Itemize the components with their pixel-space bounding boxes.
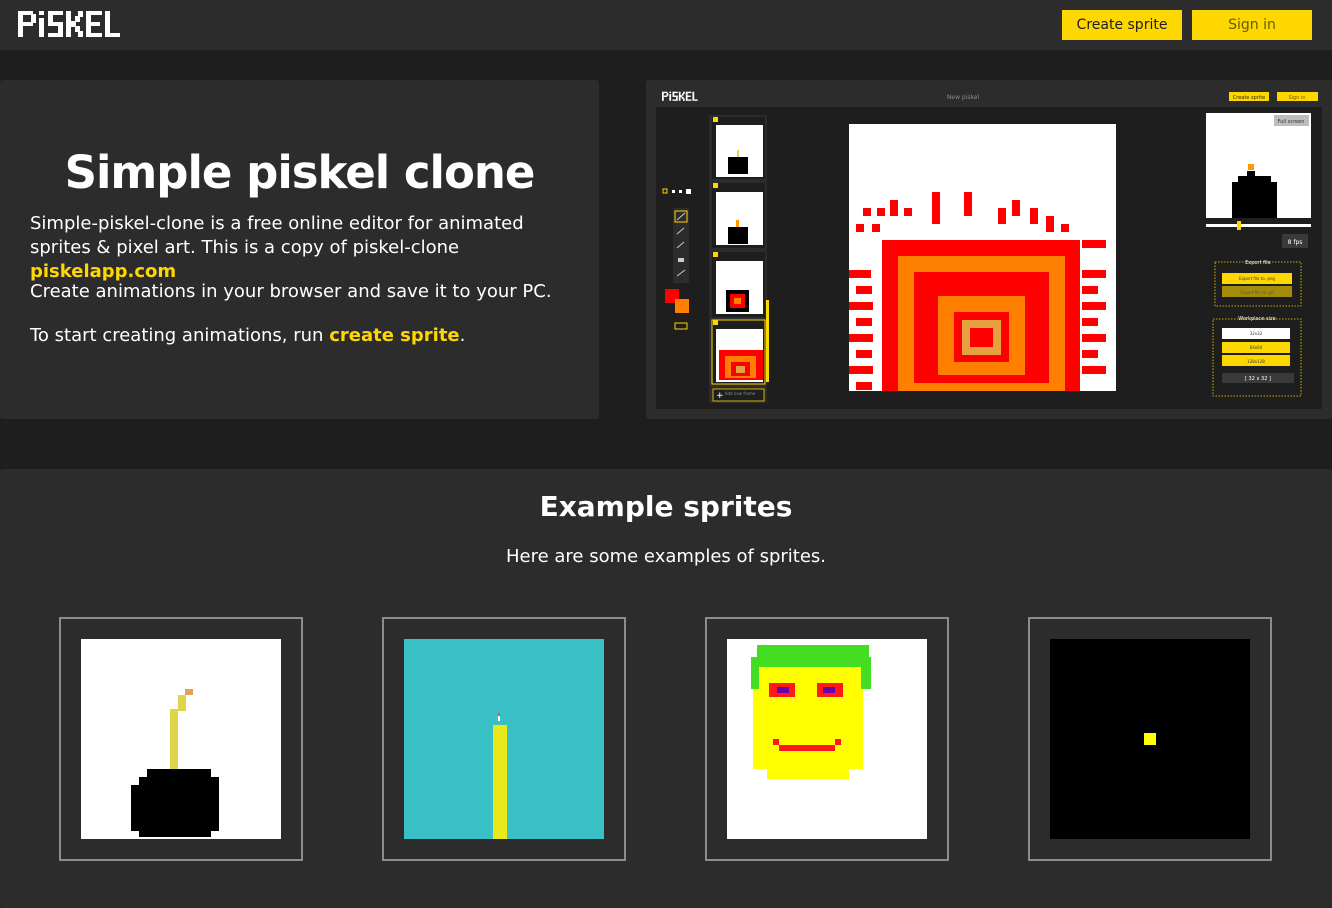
editor-preview-screenshot: New piskel Create sprite Sign in + Add n… [646,80,1332,419]
preview-size-2: 128x128 [1247,359,1265,364]
preview-export-title: Export file [1245,260,1271,266]
piskel-logo-icon[interactable] [18,9,120,39]
hero-start-text: To start creating animations, run create… [30,324,590,348]
preview-current-size: [ 32 x 32 ] [1245,376,1271,382]
sprite-card-candle[interactable] [382,617,626,861]
hero-start-prefix: To start creating animations, run [30,325,330,346]
examples-title: Example sprites [539,490,793,523]
yellow-dot-icon [1050,639,1250,839]
preview-export-png: Export file to .png [1239,276,1275,281]
examples-subtitle: Here are some examples of sprites. [505,546,827,567]
preview-workspace-title: Workplace size [1238,316,1275,322]
sprite-card-bomb[interactable] [59,617,303,861]
hero-browser-text: Create animations in your browser and sa… [30,281,552,302]
preview-fullscreen: Full screen [1278,119,1305,125]
candle-icon [404,639,604,839]
svg-text:+: + [716,391,724,401]
preview-sign-in: Sign in [1288,95,1305,101]
hero-title: Simple piskel clone [64,146,536,199]
create-sprite-link[interactable]: create sprite [329,325,459,346]
top-header: Create sprite Sign in [0,0,1332,50]
hero-description-text: Simple-piskel-clone is a free online edi… [30,213,524,258]
hero-start-end: . [459,325,466,346]
preview-fps: 8 fps [1288,239,1303,246]
sprite-card-smiley[interactable] [705,617,949,861]
preview-title: New piskel [947,94,980,101]
smiley-face-icon [727,639,927,839]
bomb-icon [81,639,281,839]
preview-add-frame: Add new frame [725,391,756,396]
create-sprite-button[interactable]: Create sprite [1062,10,1182,40]
preview-size-0: 32x32 [1250,331,1263,336]
hero-description: Simple-piskel-clone is a free online edi… [30,212,590,284]
sign-in-button[interactable]: Sign in [1192,10,1312,40]
preview-create-sprite: Create sprite [1233,95,1265,101]
sprite-card-dot[interactable] [1028,617,1272,861]
preview-export-gif: Export file to .gif [1240,290,1274,295]
preview-size-1: 64x64 [1250,345,1263,350]
editor-preview-image: New piskel Create sprite Sign in + Add n… [646,80,1332,409]
piskelapp-link[interactable]: piskelapp.com [30,261,176,282]
